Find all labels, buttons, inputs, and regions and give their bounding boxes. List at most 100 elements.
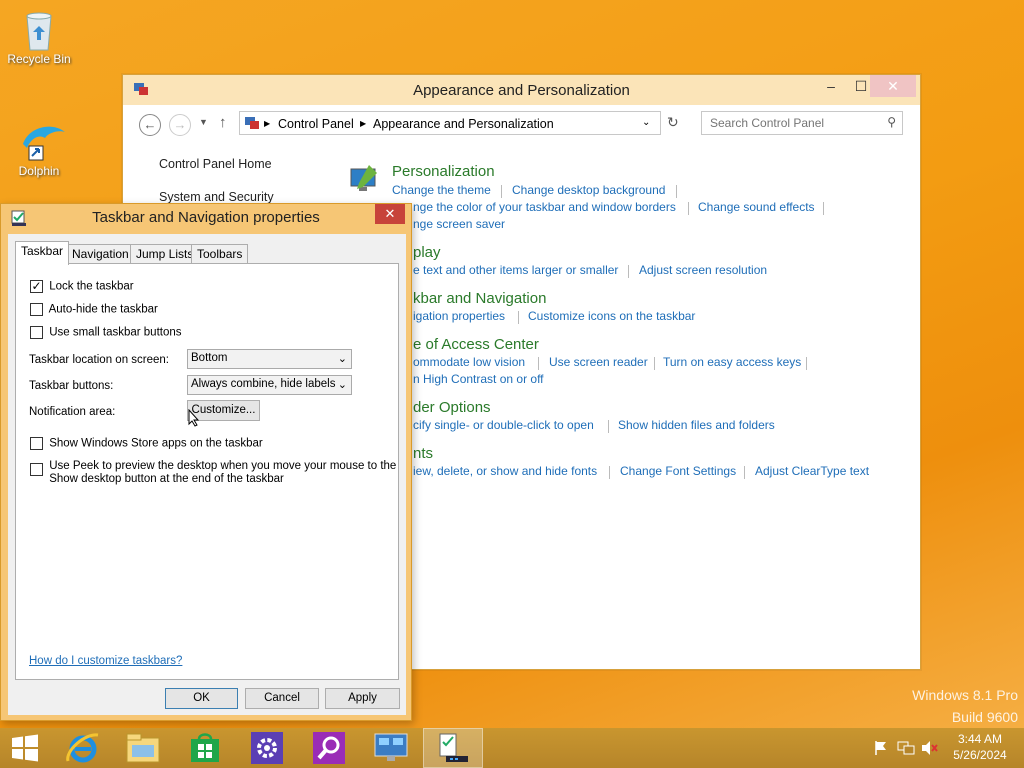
small-buttons-option[interactable]: Use small taskbar buttons: [30, 326, 182, 339]
clock-date: 5/26/2024: [953, 748, 1007, 762]
action-center-flag-icon[interactable]: [873, 740, 889, 760]
apply-button[interactable]: Apply: [325, 688, 400, 709]
dolphin-icon: [19, 118, 65, 162]
category-taskbar-navigation-title[interactable]: kbar and Navigation: [413, 290, 546, 307]
link-adjust-cleartype[interactable]: Adjust ClearType text: [755, 464, 869, 478]
dialog-close-button[interactable]: ✕: [375, 204, 405, 224]
volume-muted-icon[interactable]: [921, 740, 939, 760]
link-change-screen-saver[interactable]: nge screen saver: [413, 217, 505, 231]
link-change-desktop-background[interactable]: Change desktop background: [512, 183, 665, 197]
help-link[interactable]: How do I customize taskbars?: [29, 655, 182, 667]
chevron-down-icon: ⌄: [337, 379, 347, 391]
link-text-size[interactable]: e text and other items larger or smaller: [413, 263, 618, 277]
link-separator: [744, 466, 745, 479]
link-single-double-click[interactable]: cify single- or double-click to open: [413, 418, 594, 432]
search-input[interactable]: [708, 113, 878, 133]
taskbar-taskbar-properties[interactable]: [423, 728, 483, 768]
store-apps-option[interactable]: Show Windows Store apps on the taskbar: [30, 437, 263, 450]
tab-navigation[interactable]: Navigation: [66, 244, 135, 264]
desktop-icon-dolphin[interactable]: Dolphin: [3, 118, 75, 178]
taskbar-store[interactable]: [175, 728, 235, 768]
store-apps-checkbox[interactable]: [30, 437, 43, 450]
category-personalization-title[interactable]: Personalization: [392, 163, 495, 180]
link-separator: [608, 420, 609, 433]
link-separator: [538, 357, 539, 370]
windows-watermark: Windows 8.1 Pro Build 9600: [912, 684, 1018, 728]
sidebar-item-system-security[interactable]: System and Security: [159, 190, 274, 204]
checkbox-label: Use small taskbar buttons: [49, 326, 182, 339]
windows-logo-icon: [12, 734, 38, 762]
control-panel-icon: [374, 733, 408, 761]
tab-taskbar[interactable]: Taskbar: [15, 241, 70, 265]
auto-hide-option[interactable]: Auto-hide the taskbar: [30, 303, 158, 316]
start-button[interactable]: [0, 728, 50, 768]
category-ease-of-access-title[interactable]: e of Access Center: [413, 336, 539, 353]
link-screen-reader[interactable]: Use screen reader: [549, 355, 648, 369]
checkbox-label: Auto-hide the taskbar: [48, 303, 158, 316]
navigation-bar: ← → ▼ ↑ ▶ Control Panel ▶ Appearance and…: [131, 111, 912, 137]
link-separator: [609, 466, 610, 479]
taskbar-file-explorer[interactable]: [113, 728, 173, 768]
link-easy-access-keys[interactable]: Turn on easy access keys: [663, 355, 801, 369]
link-change-sound-effects[interactable]: Change sound effects: [698, 200, 815, 214]
back-button[interactable]: ←: [139, 114, 161, 136]
search-box[interactable]: ⚲: [701, 111, 903, 135]
peek-label-line1: Use Peek to preview the desktop when you…: [49, 460, 397, 472]
sidebar-item-control-panel-home[interactable]: Control Panel Home: [159, 157, 274, 171]
category-fonts-title[interactable]: nts: [413, 445, 433, 462]
search-icon: [313, 732, 345, 764]
control-panel-titlebar: Appearance and Personalization – ☐ ✕: [123, 75, 920, 105]
taskbar-properties-dialog: Taskbar and Navigation properties ✕ Task…: [0, 203, 412, 721]
cancel-button[interactable]: Cancel: [245, 688, 319, 709]
link-change-taskbar-color[interactable]: nge the color of your taskbar and window…: [413, 200, 676, 214]
watermark-edition: Windows 8.1 Pro: [912, 687, 1018, 703]
peek-checkbox[interactable]: [30, 463, 43, 476]
auto-hide-checkbox[interactable]: [30, 303, 43, 316]
mouse-cursor-icon: [188, 408, 200, 430]
checkbox-label: Lock the taskbar: [49, 280, 134, 293]
taskbar-buttons-select[interactable]: Always combine, hide labels ⌄: [187, 375, 352, 395]
desktop-icon-recycle-bin[interactable]: Recycle Bin: [3, 6, 75, 66]
location-label: Taskbar location on screen:: [29, 354, 169, 366]
taskbar-control-panel[interactable]: [361, 728, 421, 768]
taskbar-search[interactable]: [299, 728, 359, 768]
minimize-button[interactable]: –: [816, 75, 846, 97]
tab-jump-lists[interactable]: Jump Lists: [130, 244, 200, 264]
location-select[interactable]: Bottom ⌄: [187, 349, 352, 369]
link-change-font-settings[interactable]: Change Font Settings: [620, 464, 736, 478]
link-show-hidden-files[interactable]: Show hidden files and folders: [618, 418, 775, 432]
address-bar[interactable]: ▶ Control Panel ▶ Appearance and Persona…: [239, 111, 661, 135]
search-icon[interactable]: ⚲: [887, 115, 896, 129]
breadcrumb-control-panel[interactable]: Control Panel: [278, 117, 354, 131]
taskbar-internet-explorer[interactable]: [53, 728, 113, 768]
taskbar-settings[interactable]: [237, 728, 297, 768]
ok-button[interactable]: OK: [165, 688, 238, 709]
recycle-bin-icon: [19, 6, 59, 51]
link-navigation-properties[interactable]: igation properties: [413, 309, 505, 323]
link-separator: [501, 185, 502, 198]
notification-area-label: Notification area:: [29, 406, 116, 418]
close-button[interactable]: ✕: [870, 75, 916, 97]
link-high-contrast[interactable]: n High Contrast on or off: [413, 372, 544, 386]
small-buttons-checkbox[interactable]: [30, 326, 43, 339]
link-low-vision[interactable]: ommodate low vision: [413, 355, 525, 369]
network-icon[interactable]: [897, 740, 915, 760]
lock-taskbar-option[interactable]: ✓ Lock the taskbar: [30, 280, 134, 293]
link-customize-taskbar-icons[interactable]: Customize icons on the taskbar: [528, 309, 695, 323]
system-clock[interactable]: 3:44 AM 5/26/2024: [944, 731, 1016, 763]
address-dropdown-icon[interactable]: ⌄: [642, 117, 650, 128]
tab-toolbars[interactable]: Toolbars: [191, 244, 249, 264]
category-folder-options-title[interactable]: der Options: [413, 399, 491, 416]
store-icon: [191, 733, 219, 762]
category-display-title[interactable]: play: [413, 244, 441, 261]
lock-taskbar-checkbox[interactable]: ✓: [30, 280, 43, 293]
link-screen-resolution[interactable]: Adjust screen resolution: [639, 263, 767, 277]
peek-option[interactable]: Use Peek to preview the desktop when you…: [30, 460, 396, 486]
link-preview-fonts[interactable]: iew, delete, or show and hide fonts: [413, 464, 597, 478]
link-change-theme[interactable]: Change the theme: [392, 183, 491, 197]
breadcrumb-appearance[interactable]: Appearance and Personalization: [373, 117, 554, 131]
refresh-icon[interactable]: ↻: [667, 114, 679, 131]
up-arrow-icon[interactable]: ↑: [219, 114, 227, 131]
forward-button[interactable]: →: [169, 114, 191, 136]
recent-locations-chevron-icon[interactable]: ▼: [199, 117, 208, 127]
